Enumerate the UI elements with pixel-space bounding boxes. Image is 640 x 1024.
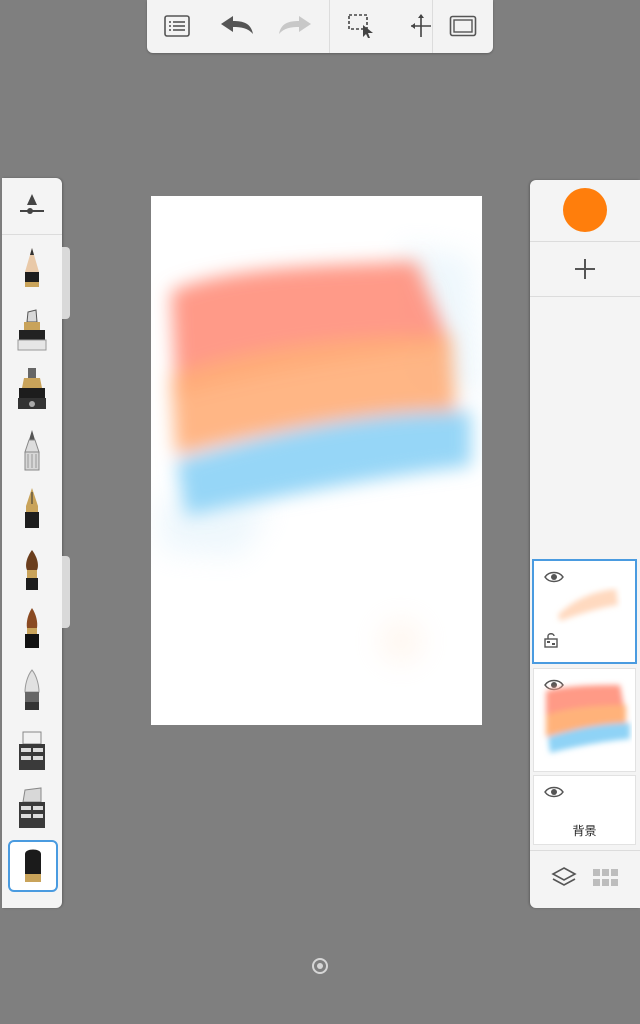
fullscreen-icon[interactable] [445, 8, 481, 44]
fountain-pen-tool[interactable] [8, 484, 56, 534]
toolbar-divider [329, 0, 330, 53]
plus-icon [575, 259, 595, 279]
ink-brush-tool[interactable] [8, 604, 56, 654]
layer-thumbnail [558, 589, 618, 621]
panel-divider [530, 296, 640, 297]
layers-icon[interactable] [551, 866, 577, 894]
top-toolbar [147, 0, 493, 53]
current-color-swatch[interactable] [563, 188, 607, 232]
layer-item-2[interactable] [533, 668, 636, 772]
grid-icon[interactable] [592, 868, 620, 892]
drawing-canvas[interactable] [151, 196, 482, 725]
round-brush-tool[interactable] [8, 546, 56, 596]
technical-pen-tool[interactable] [8, 364, 56, 414]
eraser-b-tool[interactable] [8, 784, 56, 834]
eye-icon[interactable] [544, 784, 564, 803]
ballpoint-pen-tool[interactable] [8, 426, 56, 476]
toolbar-divider [432, 0, 433, 53]
add-layer-button[interactable] [530, 242, 640, 296]
list-icon[interactable] [159, 8, 195, 44]
redo-icon[interactable] [277, 8, 313, 44]
unlock-icon[interactable] [544, 632, 558, 652]
layer-panel: 背景 [530, 180, 640, 908]
undo-icon[interactable] [219, 8, 255, 44]
transform-icon[interactable] [409, 8, 433, 44]
pencil-tool[interactable] [8, 244, 56, 294]
airbrush-tool[interactable] [8, 666, 56, 716]
selection-icon[interactable] [343, 8, 379, 44]
eraser-a-tool[interactable] [8, 726, 56, 776]
layer-name: 背景 [572, 824, 597, 838]
brush-panel [2, 178, 62, 908]
brush-panel-scroll-handle[interactable] [62, 556, 70, 628]
layer-item-background[interactable]: 背景 [533, 775, 636, 845]
panel-divider [530, 850, 640, 851]
canvas-artwork [161, 246, 481, 663]
canvas-rotate-icon[interactable] [311, 957, 329, 975]
layer-item-1[interactable] [532, 559, 637, 664]
layer-thumbnail [546, 685, 630, 753]
brush-panel-scroll-handle[interactable] [62, 247, 70, 319]
brush-settings-icon[interactable] [2, 178, 62, 235]
marker-tool[interactable] [8, 306, 56, 356]
layer-panel-footer [530, 852, 640, 908]
soft-eraser-tool[interactable] [8, 840, 58, 892]
